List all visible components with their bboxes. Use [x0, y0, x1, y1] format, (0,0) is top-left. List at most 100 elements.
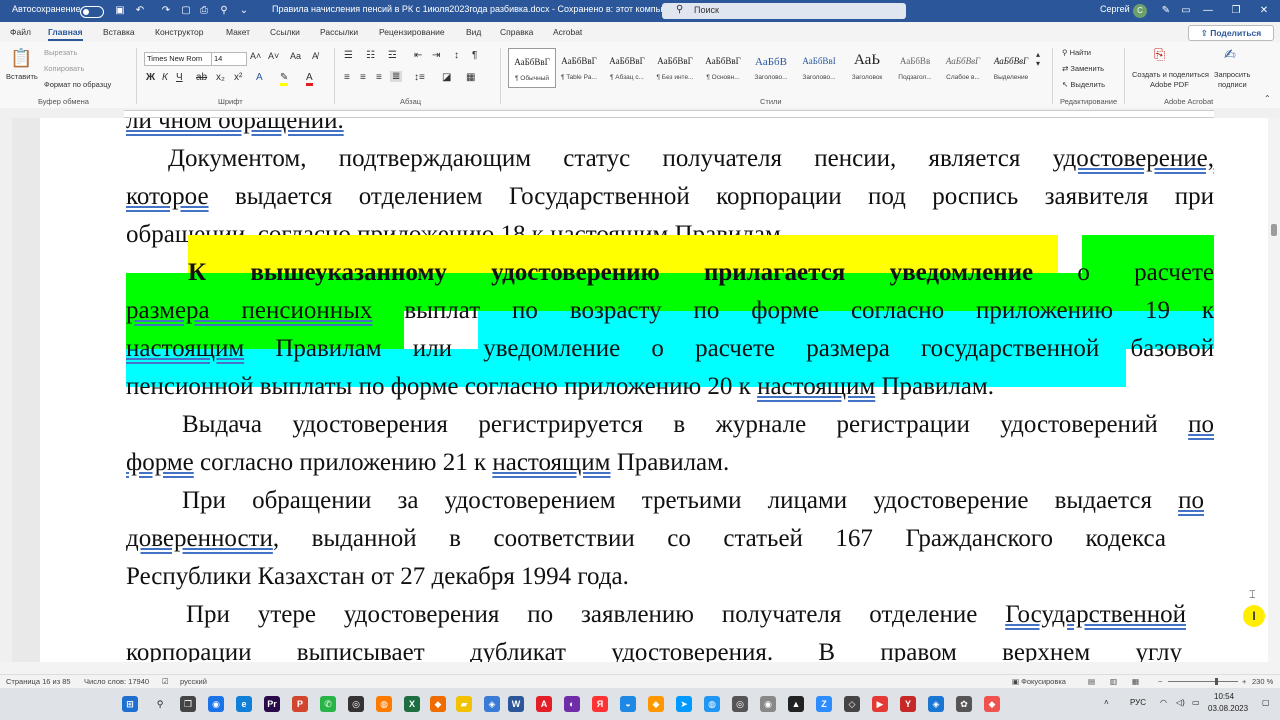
web-layout-icon[interactable]: ▦ — [1132, 677, 1139, 686]
app-icon[interactable]: ✿ — [956, 696, 972, 712]
tab-file[interactable]: Файл — [10, 27, 31, 37]
find-button[interactable]: ⚲ Найти — [1062, 48, 1091, 57]
numbering-icon[interactable]: ☷ — [366, 50, 375, 61]
print-icon[interactable]: ⎙ — [196, 3, 212, 19]
focus-mode-button[interactable]: ▣ Фокусировка — [1012, 677, 1066, 686]
yandex-browser-icon[interactable]: Y — [900, 696, 916, 712]
app-icon[interactable]: ◈ — [928, 696, 944, 712]
show-marks-icon[interactable]: ¶ — [472, 50, 477, 61]
app-icon[interactable]: ◎ — [348, 696, 364, 712]
select-button[interactable]: ↖ Выделить — [1062, 80, 1105, 89]
style-table-paragraph[interactable]: АаБбВвГ ¶ Table Pa... — [556, 48, 602, 86]
style-emphasis[interactable]: АаБбВвГ Выделение — [988, 48, 1034, 86]
input-language[interactable]: РУС — [1130, 698, 1146, 707]
tab-help[interactable]: Справка — [500, 27, 533, 37]
autosave-toggle[interactable] — [80, 6, 104, 18]
share-button[interactable]: ⇪ Поделиться — [1188, 25, 1274, 41]
align-right-icon[interactable]: ≡ — [376, 72, 382, 83]
chrome-icon[interactable]: ◉ — [208, 696, 224, 712]
premiere-icon[interactable]: Pr — [264, 696, 280, 712]
format-painter-button[interactable]: Формат по образцу — [44, 80, 111, 89]
ribbon-options-icon[interactable]: ▭ — [1178, 3, 1194, 19]
scrollbar-thumb[interactable] — [1271, 224, 1277, 236]
grow-font-icon[interactable]: A˄ — [250, 51, 261, 61]
new-doc-icon[interactable]: ▢ — [178, 3, 194, 19]
tab-design[interactable]: Конструктор — [155, 27, 203, 37]
superscript-icon[interactable]: x² — [234, 72, 242, 83]
powerpoint-icon[interactable]: P — [292, 696, 308, 712]
collapse-ribbon-icon[interactable]: ⌃ — [1264, 94, 1271, 103]
app-icon[interactable]: ◈ — [484, 696, 500, 712]
decrease-indent-icon[interactable]: ⇤ — [414, 50, 422, 61]
highlight-icon[interactable]: ✎ — [280, 72, 289, 86]
subscript-icon[interactable]: x₂ — [216, 72, 225, 83]
style-body-text[interactable]: АаБбВвГ ¶ Основн... — [700, 48, 746, 86]
change-case-icon[interactable]: Aa — [290, 51, 301, 61]
copy-button[interactable]: Копировать — [44, 64, 84, 73]
style-subtitle[interactable]: АаБбВв Подзагол... — [892, 48, 938, 86]
close-icon[interactable]: ✕ — [1256, 3, 1272, 19]
vertical-scrollbar[interactable] — [1268, 118, 1280, 662]
proofing-icon[interactable]: ☑ — [162, 677, 169, 686]
sort-icon[interactable]: ↕ — [454, 50, 459, 61]
zoom-slider-thumb[interactable] — [1215, 678, 1218, 685]
search-icon[interactable]: ⚲ — [152, 696, 168, 712]
font-color-icon[interactable]: A — [306, 72, 313, 86]
replace-button[interactable]: ⇄ Заменить — [1062, 64, 1104, 73]
align-left-icon[interactable]: ≡ — [344, 72, 350, 83]
app-icon[interactable]: ◉ — [760, 696, 776, 712]
app-icon[interactable]: ◍ — [704, 696, 720, 712]
edge-icon[interactable]: e — [236, 696, 252, 712]
word-count[interactable]: Число слов: 17940 — [84, 677, 149, 686]
app-icon[interactable]: ◆ — [984, 696, 1000, 712]
request-signature-icon[interactable]: ✍ — [1224, 46, 1236, 63]
clear-format-icon[interactable]: A̸ — [312, 51, 318, 61]
borders-icon[interactable]: ▦ — [466, 72, 475, 83]
font-name-select[interactable]: Times New Rom — [144, 52, 212, 66]
page-count[interactable]: Страница 16 из 85 — [6, 677, 71, 686]
yandex-icon[interactable]: Я — [592, 696, 608, 712]
redo-icon[interactable]: ↷ — [158, 3, 174, 19]
app-icon[interactable]: ◐ — [564, 696, 580, 712]
tab-view[interactable]: Вид — [466, 27, 481, 37]
request-signature-button[interactable]: Запросить — [1214, 70, 1250, 79]
font-size-select[interactable]: 14 — [211, 52, 247, 66]
bullets-icon[interactable]: ☰ — [344, 50, 353, 61]
tab-references[interactable]: Ссылки — [270, 27, 300, 37]
minimize-icon[interactable]: — — [1200, 3, 1216, 19]
zoom-app-icon[interactable]: Z — [816, 696, 832, 712]
windows-start-icon[interactable]: ⊞ — [122, 696, 138, 712]
file-explorer-icon[interactable]: ▰ — [456, 696, 472, 712]
save-icon[interactable]: ▣ — [112, 3, 128, 19]
zoom-level[interactable]: 230 % — [1252, 677, 1273, 686]
app-icon[interactable]: ◆ — [648, 696, 664, 712]
style-heading-1[interactable]: АаБбВ Заголово... — [748, 48, 794, 86]
line-spacing-icon[interactable]: ↕≡ — [414, 72, 425, 83]
style-heading-2[interactable]: АаБбВвІ Заголово... — [796, 48, 842, 86]
shading-icon[interactable]: ◪ — [442, 72, 451, 83]
language[interactable]: русский — [180, 677, 207, 686]
whatsapp-icon[interactable]: ✆ — [320, 696, 336, 712]
vertical-ruler[interactable] — [0, 118, 12, 662]
zoom-out-icon[interactable]: − — [1158, 677, 1162, 686]
read-mode-icon[interactable]: ▤ — [1088, 677, 1095, 686]
tray-overflow-icon[interactable]: ˄ — [1104, 698, 1109, 707]
zoom-in-icon[interactable]: + — [1242, 677, 1246, 686]
italic-icon[interactable]: К — [162, 72, 168, 83]
find-icon[interactable]: ⚲ — [216, 3, 232, 19]
tab-acrobat[interactable]: Acrobat — [553, 27, 582, 37]
app-icon[interactable]: ◇ — [844, 696, 860, 712]
volume-icon[interactable]: ◁) — [1176, 698, 1185, 707]
tab-insert[interactable]: Вставка — [103, 27, 135, 37]
app-icon[interactable]: A — [536, 696, 552, 712]
excel-icon[interactable]: X — [404, 696, 420, 712]
tab-mailings[interactable]: Рассылки — [320, 27, 358, 37]
customize-toolbar-icon[interactable]: ⌄ — [236, 3, 252, 19]
styles-scroll-icon[interactable]: ▴ ▾ — [1036, 50, 1040, 68]
clock-date[interactable]: 03.08.2023 — [1208, 704, 1248, 713]
firefox-icon[interactable]: ◍ — [376, 696, 392, 712]
tab-layout[interactable]: Макет — [226, 27, 250, 37]
horizontal-scrollbar[interactable] — [0, 662, 1280, 674]
strikethrough-icon[interactable]: ab — [196, 72, 207, 83]
avatar[interactable]: С — [1133, 4, 1147, 18]
